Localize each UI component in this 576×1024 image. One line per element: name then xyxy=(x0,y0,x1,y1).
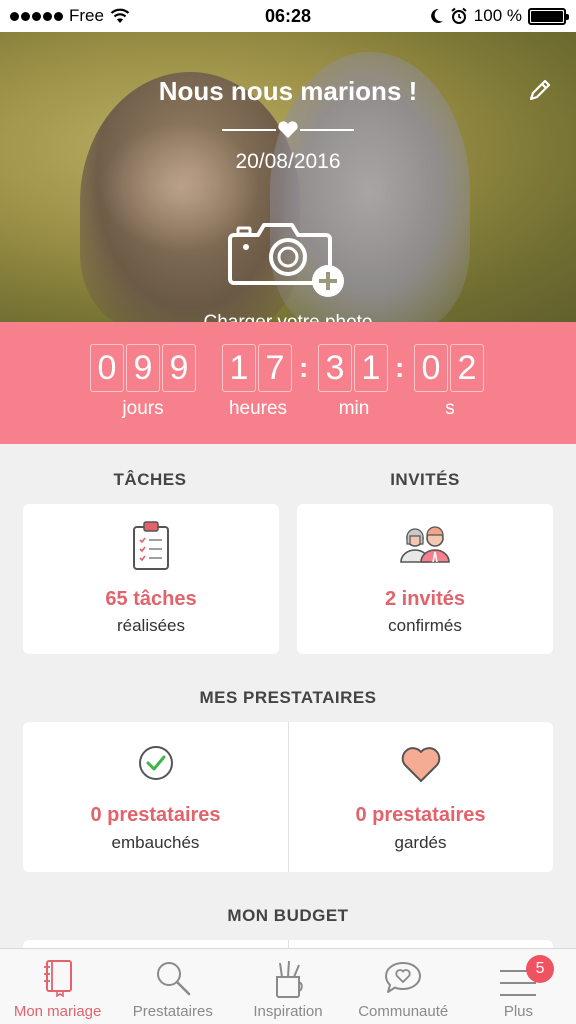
tab-label: Prestataires xyxy=(132,1003,213,1020)
hired-vendors-panel[interactable]: 0 prestataires embauchés xyxy=(23,722,288,872)
countdown-seconds-label: s xyxy=(445,398,455,419)
countdown-digit: 3 xyxy=(318,344,352,392)
vendors-card: 0 prestataires embauchés 0 prestataires … xyxy=(23,722,553,872)
saved-vendors-count: 0 prestataires xyxy=(355,804,486,826)
wedding-date: 20/08/2016 xyxy=(235,150,341,173)
countdown-minutes: 3 1 xyxy=(318,344,388,392)
wedding-title: Nous nous marions ! xyxy=(158,76,418,106)
guests-section-title: INVITÉS xyxy=(390,470,460,489)
signal-strength-icon xyxy=(10,11,63,21)
countdown-digit: 1 xyxy=(354,344,388,392)
guests-count: 2 invités xyxy=(384,588,466,610)
hired-vendors-count: 0 prestataires xyxy=(90,804,221,826)
countdown-separator: : xyxy=(299,352,309,383)
guests-status: confirmés xyxy=(388,616,462,635)
alarm-icon xyxy=(451,7,467,24)
guests-card[interactable]: 2 invités confirmés xyxy=(297,504,553,654)
countdown-days: 0 9 9 xyxy=(90,344,196,392)
countdown-digit: 0 xyxy=(90,344,124,392)
notebook-icon xyxy=(43,960,72,997)
tab-label: Communauté xyxy=(358,1003,449,1020)
budget-section-title: MON BUDGET xyxy=(227,906,349,925)
battery-icon xyxy=(528,7,569,25)
saved-vendors-label: gardés xyxy=(394,833,447,852)
upload-photo-label[interactable]: Charger votre photo xyxy=(0,312,576,322)
battery-percent: 100 % xyxy=(473,6,522,25)
countdown-digit: 7 xyxy=(258,344,292,392)
tab-mon-mariage[interactable]: Mon mariage xyxy=(0,949,115,1024)
check-circle-icon xyxy=(138,746,173,780)
countdown-hours: 1 7 xyxy=(222,344,292,392)
hero-banner: Nous nous marions ! 20/08/2016 Charger v… xyxy=(0,32,576,322)
clock: 06:28 xyxy=(264,5,312,26)
status-bar: Free 06:28 100 % xyxy=(0,0,576,32)
notification-badge: 5 xyxy=(526,955,555,983)
clipboard-checklist-icon xyxy=(133,521,169,570)
countdown-days-label: jours xyxy=(122,398,164,419)
countdown-digit: 2 xyxy=(450,344,484,392)
moon-icon xyxy=(430,8,443,23)
tab-bar: Mon mariage Prestataires Inspiration Com… xyxy=(0,948,576,1024)
tab-inspiration[interactable]: Inspiration xyxy=(230,949,345,1024)
search-icon xyxy=(156,962,191,996)
tab-label: Mon mariage xyxy=(13,1003,102,1020)
tab-label: Inspiration xyxy=(253,1003,323,1020)
tab-communaute[interactable]: Communauté xyxy=(346,949,461,1024)
countdown-banner: 0 9 9 1 7 : 3 1 : 0 2 jours heures min s xyxy=(0,322,576,444)
vendors-section-title: MES PRESTATAIRES xyxy=(199,688,377,707)
saved-vendors-panel[interactable]: 0 prestataires gardés xyxy=(288,722,553,872)
chat-heart-icon xyxy=(385,962,422,993)
guests-couple-icon xyxy=(400,526,450,563)
countdown-digit: 9 xyxy=(126,344,160,392)
countdown-hours-label: heures xyxy=(228,398,288,419)
countdown-minutes-label: min xyxy=(338,398,370,419)
tasks-count: 65 tâches xyxy=(105,588,197,610)
tasks-card[interactable]: 65 tâches réalisées xyxy=(23,504,279,654)
hired-vendors-label: embauchés xyxy=(111,833,200,852)
camera-add-icon[interactable] xyxy=(228,217,348,301)
heart-icon xyxy=(401,747,440,782)
countdown-digit: 0 xyxy=(414,344,448,392)
edit-pencil-icon[interactable] xyxy=(526,76,554,104)
carrier-label: Free xyxy=(69,6,104,25)
heart-divider-icon xyxy=(222,121,354,138)
countdown-separator: : xyxy=(395,352,405,383)
tab-label: Plus xyxy=(503,1003,533,1020)
tab-prestataires[interactable]: Prestataires xyxy=(115,949,230,1024)
tasks-status: réalisées xyxy=(116,616,186,635)
countdown-digit: 1 xyxy=(222,344,256,392)
wifi-icon xyxy=(110,8,130,23)
countdown-seconds: 0 2 xyxy=(414,344,484,392)
pencil-cup-icon xyxy=(276,960,303,998)
countdown-digit: 9 xyxy=(162,344,196,392)
tab-plus[interactable]: 5 Plus xyxy=(461,949,576,1024)
